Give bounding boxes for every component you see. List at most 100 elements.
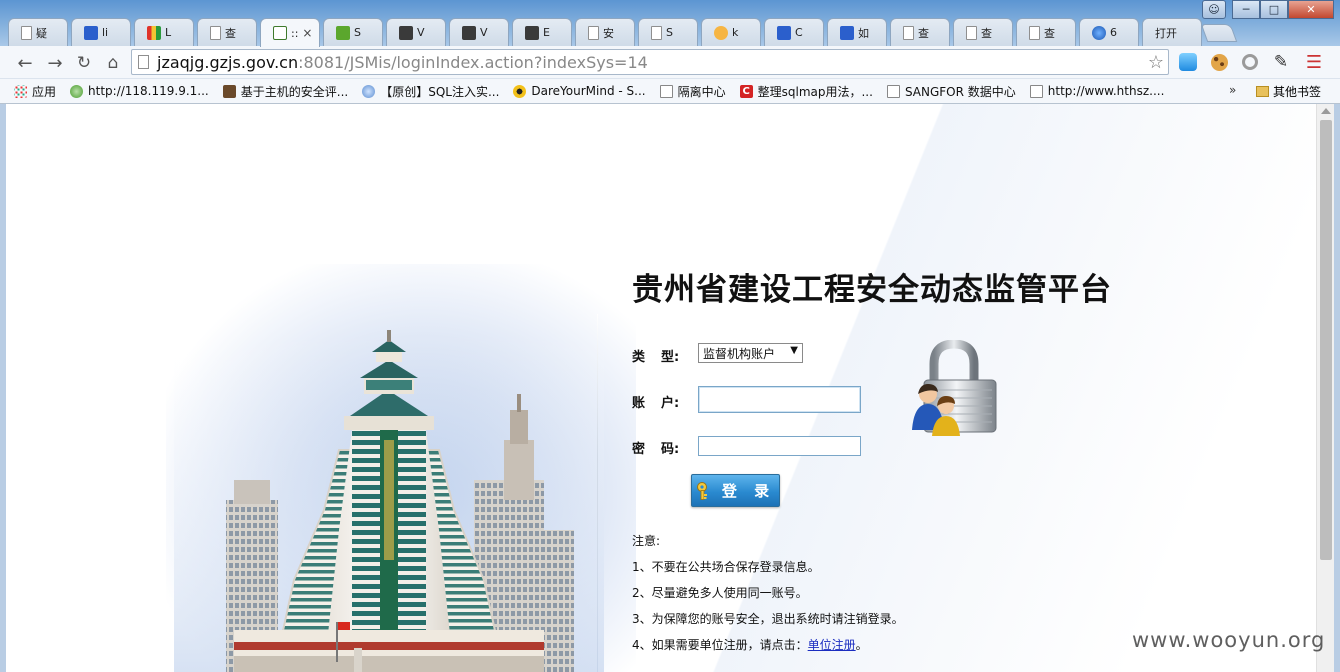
note-item-text: 4、如果需要单位注册，请点击： — [632, 638, 808, 652]
tab-strip: 疑 li L 查:: × S V V E 安 Sk C 如 查 查 查 6 打开 — [8, 18, 1228, 47]
bookmark-label: SANGFOR 数据中心 — [904, 84, 1016, 99]
tab-favicon-icon — [777, 25, 791, 40]
bookmark-red-icon: C — [739, 84, 753, 98]
account-label-char: 账 — [632, 396, 646, 411]
tab[interactable]: 安 — [575, 18, 635, 46]
bookmark-item[interactable]: 基于主机的安全评... — [222, 83, 348, 100]
bookmark-item[interactable]: 隔离中心 — [659, 83, 726, 100]
tab-favicon-icon — [210, 25, 221, 40]
note-item-suffix: 。 — [855, 638, 868, 652]
tab[interactable]: 打开 — [1142, 18, 1202, 46]
padlock-users-icon — [912, 340, 997, 436]
tab[interactable]: C — [764, 18, 824, 46]
tab[interactable]: 查 — [197, 18, 257, 46]
tab-favicon-icon — [21, 25, 32, 40]
browser-chrome: 疑 li L 查:: × S V V E 安 Sk C 如查查查 6 打开 ☺ ─ □ ✕ ← → ↻ ⌂ … — [0, 0, 1340, 104]
close-window-button[interactable]: ✕ — [1288, 0, 1334, 19]
tab[interactable]: 如 — [827, 18, 887, 46]
bookmark-page-icon — [1029, 84, 1043, 98]
tab-label: S — [354, 26, 361, 39]
account-input[interactable] — [698, 386, 861, 413]
bookmark-item[interactable]: C 整理sqlmap用法，... — [739, 83, 873, 100]
bookmark-star-icon[interactable]: ☆ — [1148, 52, 1164, 73]
bookmark-label: 应用 — [32, 84, 57, 99]
bookmark-label: http://www.hthsz.... — [1047, 84, 1165, 98]
home-icon[interactable]: ⌂ — [102, 52, 124, 74]
tab[interactable]: 疑 — [8, 18, 68, 46]
login-button[interactable]: 登 录 — [691, 474, 780, 507]
other-bookmarks-label: 其他书签 — [1273, 85, 1322, 99]
extension-cookie-icon[interactable] — [1209, 52, 1229, 72]
tab[interactable]: li — [71, 18, 131, 46]
note-item: 1、不要在公共场合保存登录信息。 — [632, 560, 820, 574]
tab-label: V — [480, 26, 488, 39]
bookmark-label: 【原创】SQL注入实... — [380, 84, 500, 99]
bookmark-item[interactable]: 【原创】SQL注入实... — [362, 83, 499, 100]
tab[interactable]: 6 — [1079, 18, 1139, 46]
tab[interactable]: S — [323, 18, 383, 46]
tab[interactable]: E — [512, 18, 572, 46]
tab-favicon-icon — [1092, 25, 1106, 40]
type-label-char: 类 — [632, 350, 646, 365]
url-path: :8081/JSMis/loginIndex.action?indexSys=1… — [298, 52, 648, 72]
tab[interactable]: L — [134, 18, 194, 46]
bookmarks-more-icon[interactable]: » — [1229, 83, 1236, 97]
reload-icon[interactable]: ↻ — [73, 52, 95, 74]
tab[interactable]: 查 — [1016, 18, 1076, 46]
tab[interactable]: k — [701, 18, 761, 46]
bookmark-item[interactable]: 应用 — [14, 83, 56, 100]
bookmark-item[interactable]: SANGFOR 数据中心 — [886, 83, 1016, 100]
account-label: 账户: — [632, 392, 679, 411]
forward-icon[interactable]: → — [44, 52, 66, 74]
folder-icon — [1256, 86, 1269, 97]
tab-favicon-icon — [462, 25, 476, 40]
minimize-button[interactable]: ─ — [1232, 0, 1260, 19]
extension-feather-icon[interactable] — [1178, 52, 1198, 72]
maximize-button[interactable]: □ — [1260, 0, 1288, 19]
extension-circle-icon[interactable] — [1240, 52, 1260, 72]
tab-label: li — [102, 26, 109, 39]
note-item: 3、为保障您的账号安全，退出系统时请注销登录。 — [632, 612, 904, 626]
password-label-char-2: 码: — [661, 442, 680, 457]
bookmark-item[interactable]: http://www.hthsz.... — [1029, 84, 1165, 98]
login-button-label: 登 录 — [721, 482, 776, 500]
bookmark-item[interactable]: DareYourMind - S... — [513, 84, 646, 98]
scrollbar-thumb[interactable] — [1320, 120, 1332, 560]
bookmark-label: 整理sqlmap用法，... — [757, 84, 873, 99]
watermark: www.wooyun.org — [1132, 628, 1326, 652]
account-type-value: 监督机构账户 — [703, 346, 776, 361]
tab[interactable]: V — [449, 18, 509, 46]
tab-label: 查 — [1044, 26, 1055, 40]
bookmark-label: DareYourMind - S... — [531, 84, 646, 98]
bookmark-apps-icon — [14, 84, 27, 98]
password-input[interactable] — [698, 436, 861, 456]
tab-favicon-icon — [903, 25, 914, 40]
tab[interactable]: S — [638, 18, 698, 46]
bookmark-item[interactable]: http://118.119.9.1... — [70, 84, 209, 98]
menu-icon[interactable]: ☰ — [1304, 52, 1324, 73]
extension-pen-icon[interactable]: ✎ — [1271, 52, 1291, 72]
tab-favicon-icon — [966, 25, 977, 40]
tab-favicon-icon — [1029, 25, 1040, 40]
other-bookmarks[interactable]: 其他书签 — [1256, 83, 1321, 100]
tab[interactable]: 查 — [890, 18, 950, 46]
tab-label: C — [795, 26, 803, 39]
profile-icon[interactable]: ☺ — [1202, 0, 1226, 19]
tab-favicon-icon — [147, 25, 161, 40]
bookmarks-bar: 应用 http://118.119.9.1... 基于主机的安全评... 【原创】SQ… — [0, 79, 1340, 104]
address-bar[interactable]: jzaqjg.gzjs.gov.cn:8081/JSMis/loginIndex… — [131, 49, 1169, 75]
tab-label: V — [417, 26, 425, 39]
tab[interactable]: 查 — [953, 18, 1013, 46]
tab-close-icon[interactable]: × — [302, 26, 312, 40]
register-link[interactable]: 单位注册 — [808, 638, 856, 652]
vertical-scrollbar[interactable] — [1316, 104, 1334, 672]
tab-active[interactable]: :: × — [260, 18, 320, 47]
bookmark-label: 隔离中心 — [677, 84, 726, 99]
back-icon[interactable]: ← — [14, 52, 36, 74]
tab[interactable]: V — [386, 18, 446, 46]
bookmark-rad-icon — [513, 84, 527, 98]
account-type-select[interactable]: 监督机构账户 ▼ — [698, 343, 803, 363]
tab-label: E — [543, 26, 550, 39]
tab-favicon-icon — [588, 25, 599, 40]
scroll-up-arrow-icon[interactable] — [1321, 108, 1331, 114]
